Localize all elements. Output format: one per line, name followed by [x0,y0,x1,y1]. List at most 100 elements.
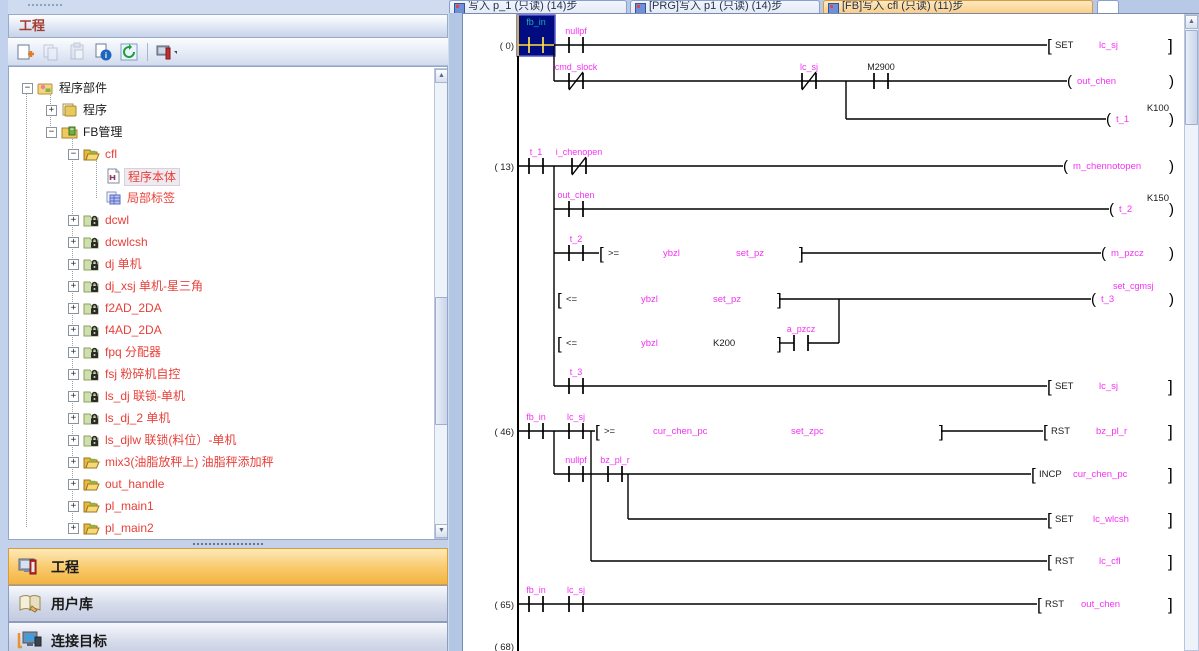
editor-tab-0[interactable]: 写入 p_1 (只读) (14)步 [449,0,627,13]
tree-item-label[interactable]: cfl [102,146,120,162]
tree-item-0[interactable]: − 程序部件 [9,77,429,99]
scroll-up-icon[interactable]: ▲ [435,69,448,83]
refresh-icon[interactable] [118,41,140,63]
expand-icon[interactable]: + [68,215,79,226]
paste-icon[interactable] [66,41,88,63]
expand-icon[interactable]: + [68,435,79,446]
tree-item-label[interactable]: dj 单机 [102,256,145,272]
tree-item-4[interactable]: 程序本体 [9,165,429,187]
cmp-op: <= [566,294,578,305]
expand-icon[interactable]: + [68,391,79,402]
collapse-icon[interactable]: − [46,127,57,138]
panel-drag-handle[interactable] [28,4,62,11]
cmp-op: <= [566,338,578,349]
editor-tab-3[interactable] [1097,0,1119,13]
tree-item-label[interactable]: ls_dj_2 单机 [102,410,173,426]
tree-item-1[interactable]: + 程序 [9,99,429,121]
tree-item-label[interactable]: pl_main1 [102,498,157,514]
panel-splitter[interactable] [8,540,448,548]
expand-icon[interactable]: + [68,413,79,424]
tree-item-label[interactable]: out_handle [102,476,167,492]
tree-item-pl_main1[interactable]: + pl_main1 [9,495,429,517]
instr-bracket: ] [1168,36,1173,55]
doc-info-icon[interactable]: i [92,41,114,63]
scroll-down-icon[interactable]: ▼ [435,524,448,538]
nav-user-library-button[interactable]: 用户库 [8,585,448,622]
collapse-icon[interactable]: − [68,149,79,160]
tree-item-cfl[interactable]: − cfl [9,143,429,165]
tree-item-label[interactable]: dj_xsj 单机-星三角 [102,278,206,294]
tree-item-15[interactable]: + ls_dj_2 单机 [9,407,429,429]
tree-item-label[interactable]: dcwl [102,212,132,228]
expand-icon[interactable]: + [68,523,79,534]
tree-item-16[interactable]: + ls_djlw 联锁(料位）-单机 [9,429,429,451]
nav-project-button[interactable]: 工程 [8,548,448,585]
tree-item-pl_main2[interactable]: + pl_main2 [9,517,429,539]
tree-item-f4ad_2da[interactable]: + f4AD_2DA [9,319,429,341]
cmp-operand: set_pz [736,248,764,259]
instr-bracket: [ [1047,36,1052,55]
tree-item-label[interactable]: ls_djlw 联锁(料位）-单机 [102,432,239,448]
coil-label: t_3 [1101,294,1114,305]
expand-icon[interactable]: + [68,325,79,336]
tree-item-2[interactable]: − FB管理 [9,121,429,143]
tree-item-out_handle[interactable]: + out_handle [9,473,429,495]
expand-icon[interactable]: + [68,479,79,490]
tree-item-label[interactable]: ls_dj 联锁-单机 [102,388,188,404]
new-doc-icon[interactable] [14,41,36,63]
tree-item-label[interactable]: pl_main2 [102,520,157,536]
tree-item-5[interactable]: 局部标签 [9,187,429,209]
tree-item-label[interactable]: f4AD_2DA [102,322,165,338]
program-icon [61,102,78,118]
tree-item-17[interactable]: + mix3(油脂放秤上) 油脂秤添加秤 [9,451,429,473]
expand-icon[interactable]: + [68,457,79,468]
expand-icon[interactable]: + [68,259,79,270]
tree-item-14[interactable]: + ls_dj 联锁-单机 [9,385,429,407]
tree-item-label[interactable]: fpq 分配器 [102,344,164,360]
expand-icon[interactable]: + [68,303,79,314]
tree-item-label[interactable]: 程序本体 [124,168,180,186]
copy-icon[interactable] [40,41,62,63]
expand-icon[interactable]: + [68,347,79,358]
instr-op: RST [1045,599,1064,610]
editor-tab-1[interactable]: [PRG]写入 p1 (只读) (14)步 [630,0,820,13]
cmp-operand: set_pz [713,294,741,305]
tree-item-9[interactable]: + dj_xsj 单机-星三角 [9,275,429,297]
tree-item-8[interactable]: + dj 单机 [9,253,429,275]
expand-icon[interactable]: + [68,281,79,292]
ladder-scrollbar[interactable]: ▲ [1184,14,1199,651]
tree-item-label[interactable]: 程序 [80,102,110,118]
nav-connection-button[interactable]: 连接目标 [8,622,448,651]
coil-label: t_1 [1116,114,1129,125]
coil-k-value: K100 [1147,103,1169,114]
tree-scroll-thumb[interactable] [435,297,448,425]
expand-icon[interactable]: + [46,105,57,116]
expand-icon[interactable]: + [68,369,79,380]
expand-icon[interactable]: + [68,501,79,512]
instr-bracket: [ [1047,510,1052,529]
tree-scrollbar[interactable]: ▲ ▼ [434,68,448,539]
tree-item-12[interactable]: + fpq 分配器 [9,341,429,363]
tree-item-dcwl[interactable]: + dcwl [9,209,429,231]
editor-tab-2[interactable]: [FB]写入 cfl (只读) (11)步 [823,0,1093,13]
tree-item-13[interactable]: + fsj 粉碎机自控 [9,363,429,385]
tree-item-label[interactable]: mix3(油脂放秤上) 油脂秤添加秤 [102,454,277,470]
tree-item-dcwlcsh[interactable]: + dcwlcsh [9,231,429,253]
tree-item-label[interactable]: dcwlcsh [102,234,151,250]
ladder-scroll-thumb[interactable] [1185,30,1198,125]
cmp-operand: ybzl [641,294,658,305]
collapse-icon[interactable]: − [22,83,33,94]
expand-icon[interactable]: + [68,237,79,248]
tree-item-label[interactable]: fsj 粉碎机自控 [102,366,183,382]
tree-item-label[interactable]: 程序部件 [56,80,110,96]
tree-item-label[interactable]: f2AD_2DA [102,300,165,316]
folder-locked-icon [83,410,100,426]
ladder-editor[interactable]: fb_innullpfcmd_slocklc_sjM2900t_1i_cheno… [462,13,1199,651]
instr-op: INCP [1039,469,1062,480]
tree-item-f2ad_2da[interactable]: + f2AD_2DA [9,297,429,319]
tree-item-label[interactable]: FB管理 [80,124,125,140]
display-target-icon[interactable] [155,41,177,63]
tree-item-label[interactable]: 局部标签 [124,190,178,206]
project-panel: 工程 i −程序部件+程序−FB管理−cfl程序本体局部标签+dcwl+dcwl… [8,0,449,651]
scroll-up-icon[interactable]: ▲ [1185,15,1198,29]
